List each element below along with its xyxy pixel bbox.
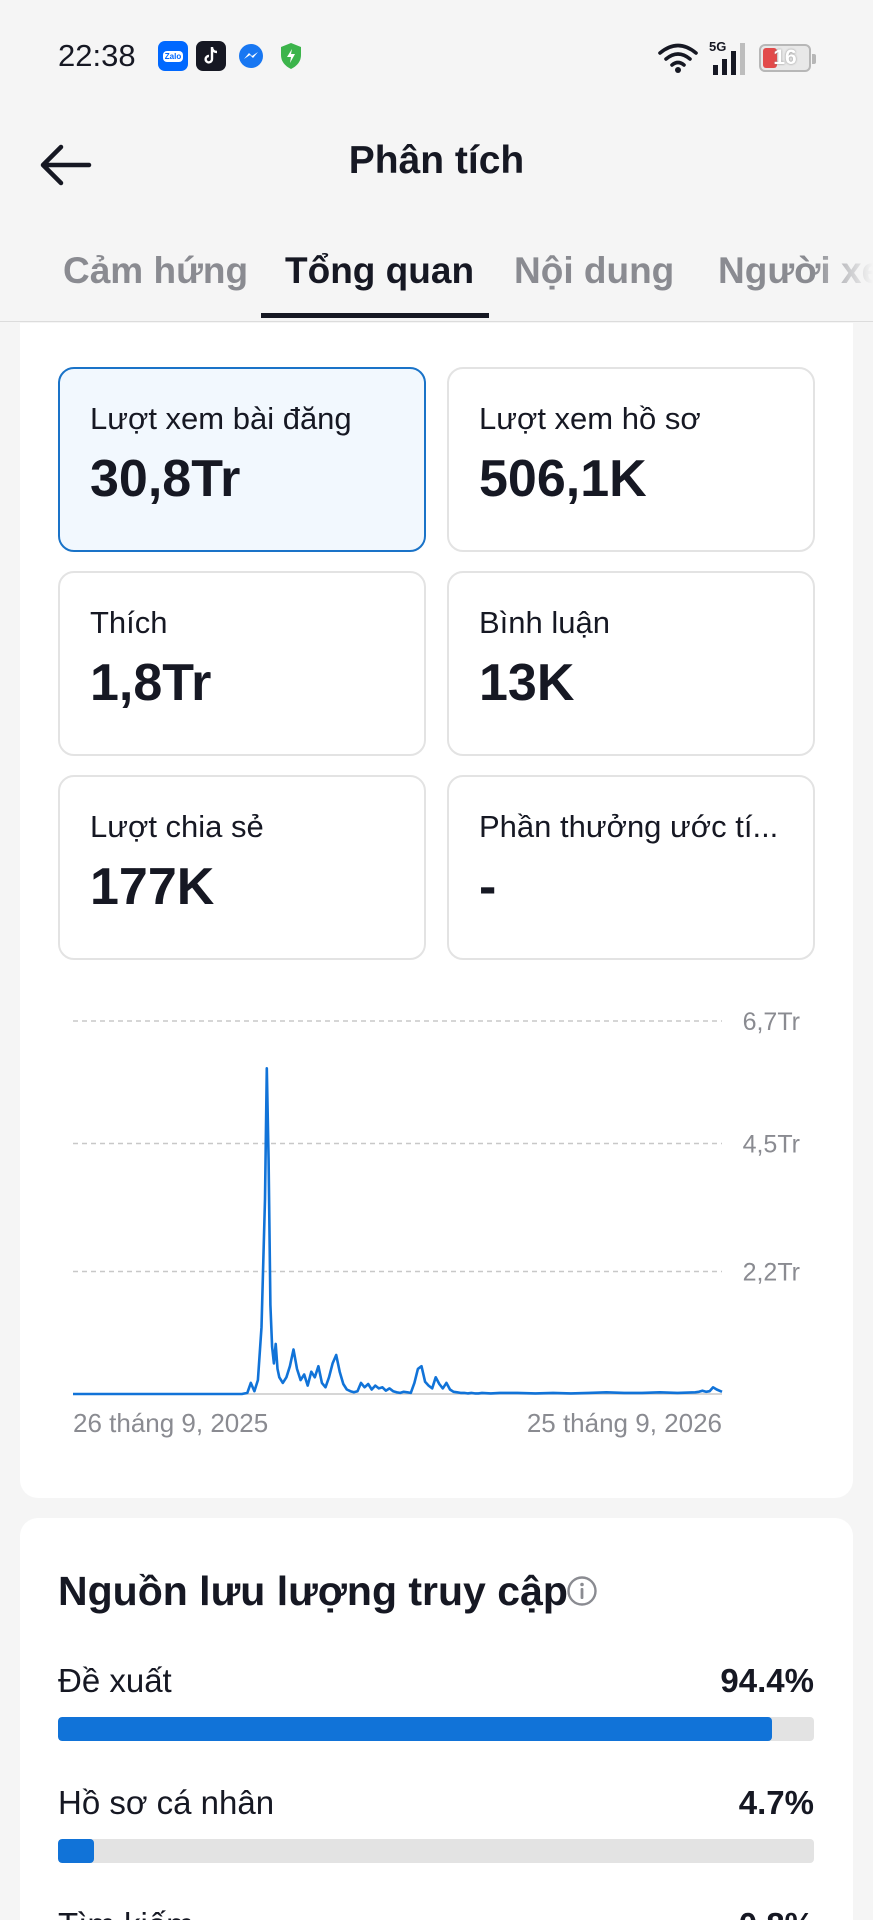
messenger-icon [236, 41, 266, 71]
metric-value: 13K [479, 654, 575, 712]
metric-comments[interactable]: Bình luận 13K [447, 571, 815, 756]
chart-y-tick-label: 2,2Tr [743, 1259, 800, 1287]
traffic-source-bar [58, 1717, 814, 1741]
metric-estimated-rewards[interactable]: Phần thưởng ước tí... - [447, 775, 815, 960]
tab-overview[interactable]: Tổng quan [285, 250, 474, 292]
chart-y-tick-label: 4,5Tr [743, 1130, 800, 1158]
metric-value: 30,8Tr [90, 450, 241, 508]
metric-post-views[interactable]: Lượt xem bài đăng 30,8Tr [58, 367, 426, 552]
metric-label: Thích [90, 605, 168, 640]
tab-bar: Cảm hứng Tổng quan Nội dung Người xem [0, 210, 873, 322]
battery-icon: 16 [759, 44, 816, 72]
traffic-source-bar [58, 1839, 814, 1863]
metric-value: 1,8Tr [90, 654, 212, 712]
tab-active-indicator [261, 313, 489, 318]
traffic-source-value: 94.4% [720, 1662, 814, 1699]
traffic-source-bar-fill [58, 1839, 94, 1863]
signal-icon: 5G [709, 39, 749, 75]
header: Phân tích [0, 115, 873, 210]
metric-profile-views[interactable]: Lượt xem hồ sơ 506,1K [447, 367, 815, 552]
metric-label: Lượt xem hồ sơ [479, 401, 701, 436]
status-bar: 22:38 Zalo 5G 16 [0, 0, 873, 115]
clock: 22:38 [58, 38, 136, 73]
tab-content[interactable]: Nội dung [514, 250, 674, 292]
tab-inspiration[interactable]: Cảm hứng [63, 250, 248, 292]
chart-x-label-start: 26 tháng 9, 2025 [73, 1408, 268, 1438]
system-indicators: 5G 16 [657, 38, 816, 78]
traffic-source-label: Tìm kiếm [58, 1906, 194, 1920]
shield-icon [276, 41, 306, 71]
zalo-icon: Zalo [158, 41, 188, 71]
metric-likes[interactable]: Thích 1,8Tr [58, 571, 426, 756]
traffic-source-label: Đề xuất [58, 1662, 172, 1699]
metric-label: Lượt chia sẻ [90, 809, 264, 844]
tiktok-icon [196, 41, 226, 71]
traffic-source-bar-fill [58, 1717, 772, 1741]
post-views-chart[interactable]: 6,7Tr 4,5Tr 2,2Tr 26 tháng 9, 2025 25 tháng … [0, 985, 873, 1445]
metric-value: 506,1K [479, 450, 647, 508]
info-icon[interactable] [566, 1575, 598, 1607]
metric-label: Phần thưởng ước tí... [479, 809, 779, 844]
metric-value: 177K [90, 858, 215, 916]
chart-y-tick-label: 6,7Tr [743, 1008, 800, 1036]
chart-x-label-end: 25 tháng 9, 2026 [527, 1408, 722, 1438]
traffic-source-value: 4.7% [738, 1784, 814, 1821]
chart-series-line [73, 1067, 723, 1396]
metric-label: Bình luận [479, 605, 610, 640]
metric-label: Lượt xem bài đăng [90, 401, 352, 436]
metric-value: - [479, 858, 497, 916]
page-title: Phân tích [348, 139, 525, 182]
traffic-sources-title: Nguồn lưu lượng truy cập [58, 1568, 568, 1614]
traffic-source-value: 0.8% [739, 1906, 814, 1920]
wifi-icon [658, 43, 698, 73]
metric-shares[interactable]: Lượt chia sẻ 177K [58, 775, 426, 960]
traffic-source-label: Hồ sơ cá nhân [58, 1784, 275, 1821]
